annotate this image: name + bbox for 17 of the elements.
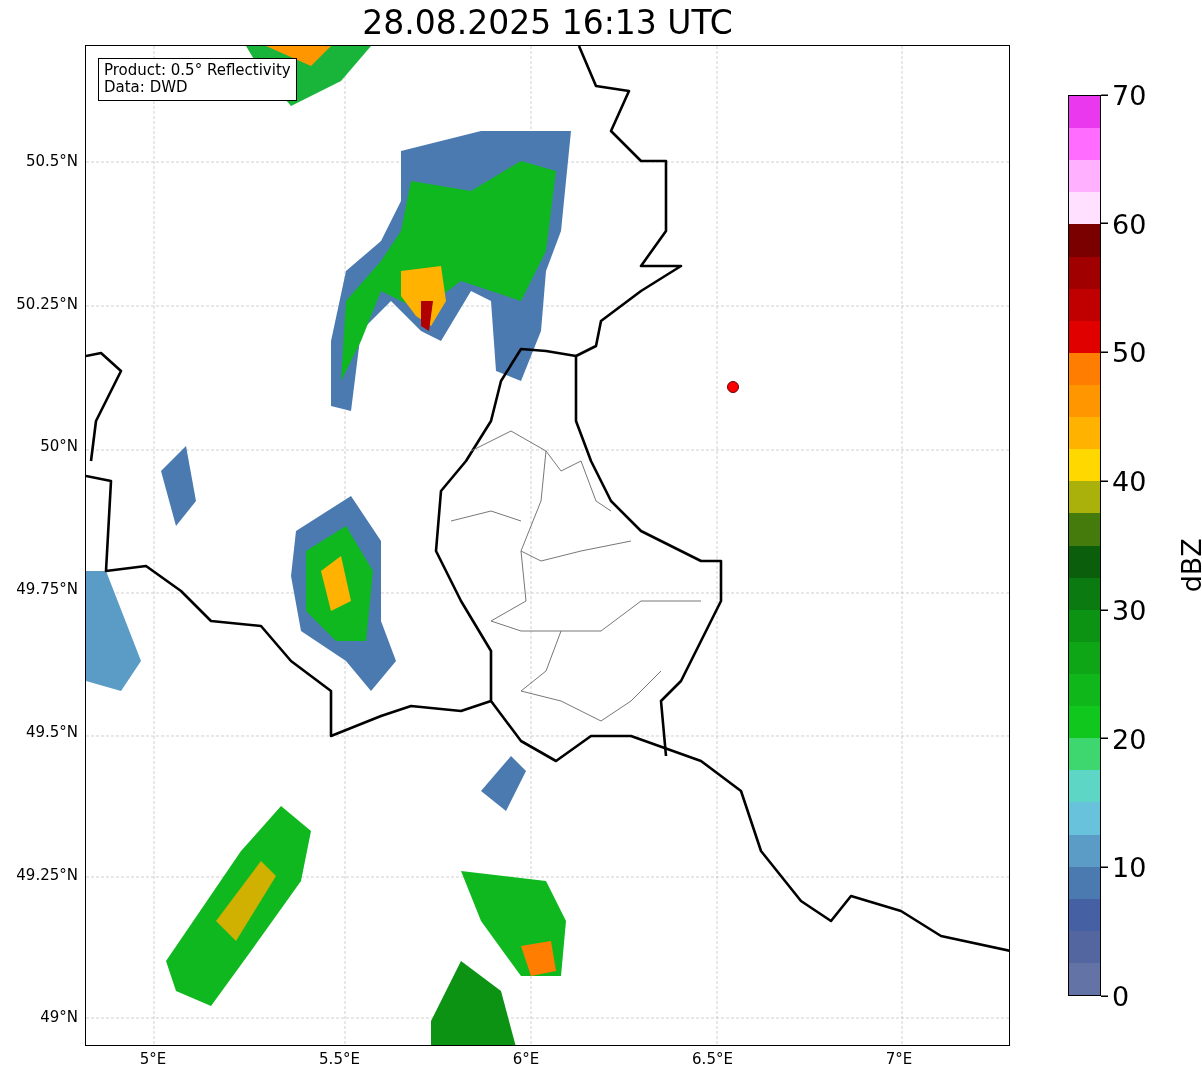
latitude-label: 49.5°N (25, 723, 78, 741)
latitude-label: 50.5°N (25, 152, 78, 170)
latitude-label: 49.75°N (16, 580, 78, 598)
longitude-label: 7°E (885, 1051, 913, 1068)
legend-text: Data: DWD (104, 79, 189, 97)
longitude-label: 5°E (139, 1051, 167, 1068)
legend-text: Product: 0.5° Reflectivity (104, 62, 291, 80)
latitude-label: 49°N (40, 1008, 78, 1026)
longitude-label: 5.5°E (319, 1051, 360, 1068)
latitude-label: 49.25°N (16, 866, 78, 883)
chart-title: 28.08.2025 16:13 UTC (361, 2, 734, 44)
longitude-label: 6°E (512, 1051, 540, 1068)
location-marker-icon (727, 381, 739, 393)
longitude-label: 6.5°E (692, 1051, 733, 1068)
latitude-label: 50.25°N (16, 295, 78, 312)
colorbar-label: dBZ (1174, 538, 1202, 593)
latitude-label: 50°N (40, 438, 78, 455)
